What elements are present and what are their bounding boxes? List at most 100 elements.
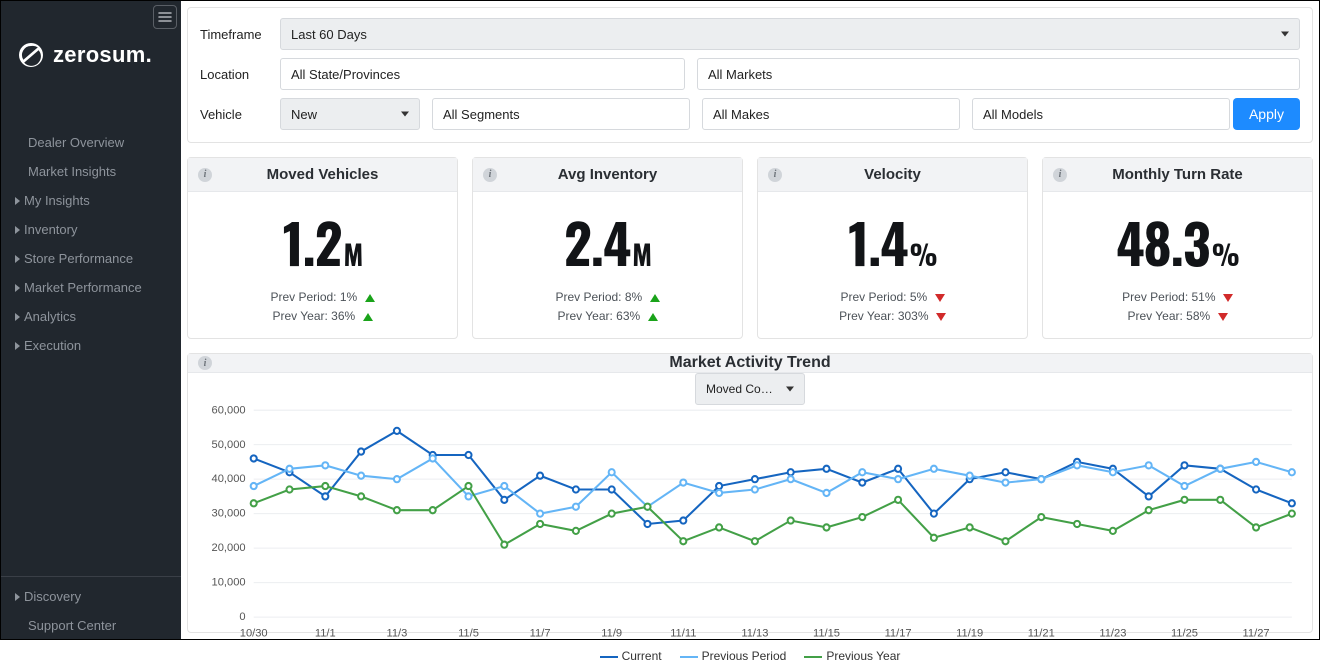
sidebar-item-label: Analytics	[24, 309, 76, 324]
svg-text:11/27: 11/27	[1243, 628, 1270, 640]
svg-text:0: 0	[239, 611, 245, 623]
chart-metric-select[interactable]: Moved Cou…	[695, 373, 805, 405]
card-value: 48.3%	[1116, 202, 1239, 282]
card-value: 1.2M	[283, 202, 362, 282]
chart-legend: Current Previous Period Previous Year	[188, 649, 1312, 663]
sidebar-item-inventory[interactable]: Inventory	[1, 216, 181, 243]
sidebar-item-store-performance[interactable]: Store Performance	[1, 245, 181, 272]
sidebar-item-dealer-overview[interactable]: Dealer Overview	[1, 129, 181, 156]
sidebar-item-execution[interactable]: Execution	[1, 332, 181, 359]
main-content: Timeframe Last 60 Days Location All Stat…	[181, 1, 1319, 639]
vehicle-model-select[interactable]: All Models	[972, 98, 1230, 130]
vehicle-condition-select[interactable]: New	[280, 98, 420, 130]
chart-title-bar: i Market Activity Trend	[188, 354, 1312, 373]
card-header: iVelocity	[758, 158, 1027, 192]
metric-card: iVelocity1.4%Prev Period: 5% Prev Year: …	[757, 157, 1028, 339]
info-icon[interactable]: i	[768, 168, 782, 182]
trend-up-icon	[648, 313, 658, 321]
sidebar-item-label: Market Insights	[28, 164, 116, 179]
svg-text:10,000: 10,000	[212, 577, 246, 589]
chevron-down-icon	[786, 387, 794, 392]
sidebar-item-label: Dealer Overview	[28, 135, 124, 150]
svg-text:11/19: 11/19	[956, 628, 983, 640]
sidebar-item-discovery[interactable]: Discovery	[1, 583, 181, 610]
svg-text:40,000: 40,000	[212, 474, 246, 486]
sidebar-item-label: Market Performance	[24, 280, 142, 295]
legend-swatch	[680, 656, 698, 658]
card-title: Monthly Turn Rate	[1112, 166, 1243, 183]
metric-card: iMoved Vehicles 1.2M Prev Period: 1% Prev …	[187, 157, 458, 339]
caret-right-icon	[15, 313, 20, 321]
trend-dn-icon	[1218, 313, 1228, 321]
card-prev-lines: Prev Period: 1% Prev Year: 36%	[270, 288, 374, 326]
sidebar-item-label: Inventory	[24, 222, 77, 237]
caret-right-icon	[15, 255, 20, 263]
svg-text:11/9: 11/9	[601, 628, 622, 640]
svg-text:20,000: 20,000	[212, 543, 246, 555]
card-prev-lines: Prev Period: 5% Prev Year: 303%	[839, 288, 946, 326]
info-icon[interactable]: i	[198, 356, 212, 370]
chart-plot-area: 010,00020,00030,00040,00050,00060,00010/…	[188, 405, 1312, 649]
svg-text:11/17: 11/17	[885, 628, 912, 640]
card-header: iMoved Vehicles	[188, 158, 457, 192]
svg-text:11/5: 11/5	[458, 628, 479, 640]
chevron-down-icon	[1281, 32, 1289, 37]
card-body: 1.2M Prev Period: 1% Prev Year: 36%	[188, 192, 457, 338]
chevron-down-icon	[401, 112, 409, 117]
card-body: 1.4%Prev Period: 5% Prev Year: 303%	[758, 192, 1027, 338]
svg-text:11/11: 11/11	[670, 628, 696, 640]
svg-text:11/3: 11/3	[386, 628, 407, 640]
sidebar-nav: Dealer Overview Market Insights My Insight…	[1, 129, 181, 359]
brand-mark-icon	[17, 41, 45, 69]
svg-text:11/1: 11/1	[315, 628, 336, 640]
svg-text:11/7: 11/7	[530, 628, 551, 640]
info-icon[interactable]: i	[1053, 168, 1067, 182]
card-value: 2.4M	[564, 202, 651, 282]
location-state-select[interactable]: All State/Provinces	[280, 58, 685, 90]
filter-label-vehicle: Vehicle	[200, 107, 268, 122]
caret-right-icon	[15, 226, 20, 234]
chart-title: Market Activity Trend	[669, 354, 830, 372]
sidebar-item-market-performance[interactable]: Market Performance	[1, 274, 181, 301]
sidebar-item-support-center[interactable]: Support Center	[1, 612, 181, 639]
legend-item[interactable]: Previous Period	[680, 649, 787, 663]
svg-text:50,000: 50,000	[212, 439, 246, 451]
sidebar-item-label: Discovery	[24, 589, 81, 604]
legend-item[interactable]: Current	[600, 649, 662, 663]
sidebar-toggle-button[interactable]	[153, 5, 177, 29]
sidebar-item-market-insights[interactable]: Market Insights	[1, 158, 181, 185]
legend-swatch	[804, 656, 822, 658]
sidebar-item-analytics[interactable]: Analytics	[1, 303, 181, 330]
metric-cards-row: iMoved Vehicles 1.2M Prev Period: 1% Prev …	[187, 157, 1313, 339]
card-title: Avg Inventory	[558, 166, 657, 183]
sidebar-item-my-insights[interactable]: My Insights	[1, 187, 181, 214]
filter-label-location: Location	[200, 67, 268, 82]
info-icon[interactable]: i	[198, 168, 212, 182]
svg-text:11/15: 11/15	[813, 628, 840, 640]
apply-button[interactable]: Apply	[1233, 98, 1300, 130]
trend-dn-icon	[1223, 294, 1233, 302]
timeframe-select[interactable]: Last 60 Days	[280, 18, 1300, 50]
filter-label-timeframe: Timeframe	[200, 27, 268, 42]
svg-text:30,000: 30,000	[212, 508, 246, 520]
legend-swatch	[600, 656, 618, 658]
location-market-select[interactable]: All Markets	[697, 58, 1300, 90]
card-header: i Monthly Turn Rate	[1043, 158, 1312, 192]
caret-right-icon	[15, 197, 20, 205]
sidebar-nav-bottom: Discovery Support Center	[1, 576, 181, 639]
metric-card: iAvg Inventory2.4MPrev Period: 8% Prev Y…	[472, 157, 743, 339]
legend-item[interactable]: Previous Year	[804, 649, 900, 663]
trend-up-icon	[365, 294, 375, 302]
caret-right-icon	[15, 342, 20, 350]
sidebar: zerosum. Dealer OverviewMarket InsightsM…	[1, 1, 181, 639]
vehicle-make-select[interactable]: All Makes	[702, 98, 960, 130]
sidebar-item-label: Execution	[24, 338, 81, 353]
sidebar-item-label: Store Performance	[24, 251, 133, 266]
filter-panel: Timeframe Last 60 Days Location All Stat…	[187, 7, 1313, 143]
trend-up-icon	[363, 313, 373, 321]
info-icon[interactable]: i	[483, 168, 497, 182]
caret-right-icon	[15, 284, 20, 292]
vehicle-segment-select[interactable]: All Segments	[432, 98, 690, 130]
sidebar-item-label: My Insights	[24, 193, 90, 208]
card-prev-lines: Prev Period: 51% Prev Year: 58%	[1122, 288, 1233, 326]
